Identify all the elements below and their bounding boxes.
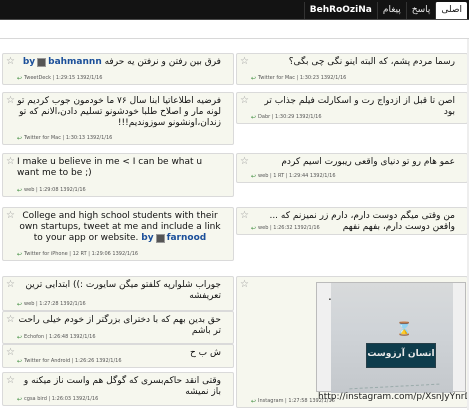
tweet-text: عمو هام رو تو دنیای واقعی ریبورت اسیم کر… bbox=[281, 157, 455, 167]
hourglass-icon: ⌛ bbox=[396, 322, 413, 337]
photo-scribble bbox=[348, 368, 440, 390]
tweet-card[interactable]: ☆ جوراب شلوارپه کلفتو میگن سایورت :)) اب… bbox=[2, 276, 234, 311]
tweet-author[interactable]: by bahmannn bbox=[23, 57, 102, 68]
tweet-text: وقتی انقد حاکم‌بسری که گوگل هم واست ناز … bbox=[23, 376, 221, 397]
reply-icon[interactable]: ↩ bbox=[17, 396, 22, 403]
tweet-text: رسما مردم پشم، که البته اینو نگی چی بگی؟ bbox=[288, 57, 455, 67]
reply-icon[interactable]: ↩ bbox=[251, 114, 256, 121]
tweet-text: I make u believe in me < I can be what u… bbox=[17, 157, 203, 178]
favorite-icon[interactable]: ☆ bbox=[6, 348, 15, 358]
reply-icon[interactable]: ↩ bbox=[17, 358, 22, 365]
favorite-icon[interactable]: ☆ bbox=[6, 280, 15, 290]
favorite-icon[interactable]: ☆ bbox=[6, 315, 15, 325]
photo-image: ⌛ انسان آرزوست bbox=[331, 283, 453, 393]
tweet-card[interactable]: ☆ من وقتی میگم دوست دارم، دارم زر نمیزنم… bbox=[236, 207, 468, 235]
tweet-meta: ↩ Twitter for Android | 1:26:26 1392/1/16 bbox=[17, 358, 122, 365]
tweet-card[interactable]: ☆ اصن تا قبل از ازدواج رت و اسکارلت فیلم… bbox=[236, 92, 468, 124]
tweet-meta: ↩ TweetDeck | 1:29:15 1392/1/16 bbox=[17, 75, 103, 82]
photo-link[interactable]: http://instagram.com/p/XsnJyYnrDh bbox=[316, 392, 469, 402]
reply-icon[interactable]: ↩ bbox=[251, 75, 256, 82]
favorite-icon[interactable]: ☆ bbox=[240, 211, 249, 221]
photo-frame: انسان آرزوست bbox=[366, 343, 436, 368]
favorite-icon[interactable]: ☆ bbox=[240, 57, 249, 67]
reply-icon[interactable]: ↩ bbox=[17, 135, 22, 142]
reply-icon[interactable]: ↩ bbox=[17, 251, 22, 258]
reply-icon[interactable]: ↩ bbox=[17, 187, 22, 194]
favorite-icon[interactable]: ☆ bbox=[6, 157, 15, 167]
tweet-card[interactable]: ☆ فرضیه اطلاعاتیا ابنا سال ۷۶ ما خودمون … bbox=[2, 92, 234, 145]
account-name[interactable]: BehRoOziNa bbox=[303, 2, 377, 19]
reply-icon[interactable]: ↩ bbox=[17, 301, 22, 308]
tweet-card[interactable]: ☆ College and high school students with … bbox=[2, 207, 234, 261]
tweet-meta: ↩ web | 1:29:08 1392/1/16 bbox=[17, 187, 86, 194]
tab-replies[interactable]: پاسخ bbox=[405, 2, 436, 19]
tweet-toolbar bbox=[0, 20, 469, 39]
tab-home[interactable]: اصلی bbox=[435, 2, 467, 19]
avatar bbox=[37, 58, 47, 67]
tweet-meta: ↩ Twitter for iPhone | 12 RT | 1:29:06 13… bbox=[17, 251, 139, 258]
instagram-photo[interactable]: ... ⌛ انسان آرزوست bbox=[316, 282, 466, 393]
reply-icon[interactable]: ↩ bbox=[17, 334, 22, 341]
favorite-icon[interactable]: ☆ bbox=[6, 57, 15, 67]
tweet-card[interactable]: ☆ وقتی انقد حاکم‌بسری که گوگل هم واست نا… bbox=[2, 372, 234, 406]
favorite-icon[interactable]: ☆ bbox=[6, 211, 15, 221]
tweet-meta: ↩ web | 1:26:32 1392/1/16 bbox=[251, 225, 320, 232]
favorite-icon[interactable]: ☆ bbox=[240, 280, 249, 290]
tweet-card[interactable]: ☆ I make u believe in me < I can be what… bbox=[2, 153, 234, 197]
reply-icon[interactable]: ↩ bbox=[251, 225, 256, 232]
tab-messages[interactable]: پیغام bbox=[376, 2, 406, 19]
top-navigation-bar: اصلی پاسخ پیغام BehRoOziNa bbox=[0, 0, 469, 20]
tweet-meta: ↩ Twitter for Mac | 1:30:13 1392/1/16 bbox=[17, 135, 113, 142]
tweet-card[interactable]: ☆ عمو هام رو تو دنیای واقعی ریبورت اسیم … bbox=[236, 153, 468, 183]
tweet-text: فرق بین رفتن و نرفتن یه حرفه by bahmannn bbox=[22, 57, 221, 68]
tweet-text: جوراب شلوارپه کلفتو میگن سایورت :)) ابتد… bbox=[25, 280, 221, 301]
tweet-meta: ↩ Dabr | 1:30:29 1392/1/16 bbox=[251, 114, 322, 121]
photo-text: انسان آرزوست bbox=[367, 349, 435, 359]
favorite-icon[interactable]: ☆ bbox=[240, 157, 249, 167]
tweet-text: فرضیه اطلاعاتیا ابنا سال ۷۶ ما خودمون جو… bbox=[17, 96, 221, 128]
tweet-card[interactable]: ☆ رسما مردم پشم، که البته اینو نگی چی بگ… bbox=[236, 53, 468, 85]
tab-strip: اصلی پاسخ پیغام BehRoOziNa bbox=[303, 2, 467, 19]
favorite-icon[interactable]: ☆ bbox=[240, 96, 249, 106]
tweet-text: College and high school students with th… bbox=[19, 211, 221, 244]
tweet-meta: ↩ web | 1:27:28 1392/1/16 bbox=[17, 301, 86, 308]
tweet-card[interactable]: ☆ فرق بین رفتن و نرفتن یه حرفه by bahman… bbox=[2, 53, 234, 85]
tweet-card[interactable]: ☆ ش ب ح ↩ Twitter for Android | 1:26:26 1… bbox=[2, 344, 234, 368]
tweet-meta: ↩ web | 1 RT | 1:29:44 1392/1/16 bbox=[251, 173, 336, 180]
avatar bbox=[155, 234, 165, 243]
tweet-meta: ↩ Twitter for Mac | 1:30:23 1392/1/16 bbox=[251, 75, 347, 82]
favorite-icon[interactable]: ☆ bbox=[6, 96, 15, 106]
tweet-card[interactable]: ☆ حق بدین بهم که با دخترای بزرگتر از خود… bbox=[2, 311, 234, 344]
reply-icon[interactable]: ↩ bbox=[17, 75, 22, 82]
reply-icon[interactable]: ↩ bbox=[251, 173, 256, 180]
tweet-meta: ↩ Echofon | 1:26:48 1392/1/16 bbox=[17, 334, 96, 341]
reply-icon[interactable]: ↩ bbox=[251, 398, 256, 405]
favorite-icon[interactable]: ☆ bbox=[6, 376, 15, 386]
tweet-meta: ↩ cgsa bird | 1:26:03 1392/1/16 bbox=[17, 396, 99, 403]
tweet-author[interactable]: by farnood bbox=[141, 233, 206, 244]
